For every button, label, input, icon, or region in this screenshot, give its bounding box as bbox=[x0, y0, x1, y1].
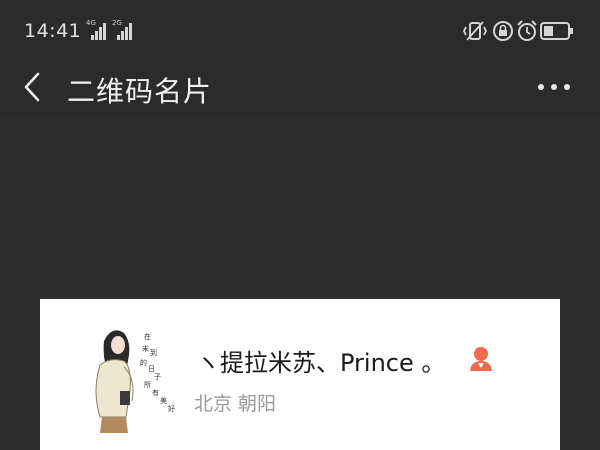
chevron-left-icon[interactable] bbox=[22, 70, 44, 104]
svg-text:的: 的 bbox=[140, 358, 147, 367]
signal-2g-icon: 2G bbox=[112, 19, 134, 40]
qr-business-card: 在 未 到 的 日 子 所 有 美 好 ヽ提拉米苏、Prince 。 北京 朝阳 bbox=[40, 299, 560, 450]
profile-name: ヽ提拉米苏、Prince 。 bbox=[196, 349, 446, 377]
more-dots-icon[interactable] bbox=[538, 84, 570, 92]
qr-card-screen: 14:41 4G 2G 二维码名片 在 未 到 的 日 子 所 有 美 好 ヽ提… bbox=[0, 0, 600, 450]
signal-4g-icon: 4G bbox=[86, 19, 108, 40]
vibrate-icon bbox=[462, 21, 488, 41]
profile-location: 北京 朝阳 bbox=[194, 393, 277, 415]
navigation-bar: 二维码名片 bbox=[0, 60, 600, 118]
svg-text:日: 日 bbox=[148, 365, 155, 373]
avatar[interactable]: 在 未 到 的 日 子 所 有 美 好 bbox=[74, 321, 182, 433]
svg-text:未: 未 bbox=[142, 344, 149, 353]
network-label-2: 2G bbox=[112, 19, 122, 27]
female-person-icon bbox=[470, 347, 492, 371]
svg-text:美: 美 bbox=[160, 396, 167, 405]
page-title: 二维码名片 bbox=[67, 75, 213, 108]
svg-text:有: 有 bbox=[152, 388, 159, 397]
svg-text:到: 到 bbox=[150, 349, 157, 357]
lock-rotation-icon bbox=[493, 21, 513, 41]
status-bar: 14:41 4G 2G bbox=[0, 0, 600, 60]
svg-text:好: 好 bbox=[168, 404, 175, 413]
alarm-icon bbox=[517, 20, 537, 41]
svg-text:所: 所 bbox=[144, 380, 151, 389]
status-time: 14:41 bbox=[24, 20, 82, 42]
svg-text:在: 在 bbox=[144, 332, 151, 341]
network-label-1: 4G bbox=[86, 19, 96, 27]
svg-text:子: 子 bbox=[154, 373, 161, 381]
battery-icon bbox=[540, 22, 573, 40]
